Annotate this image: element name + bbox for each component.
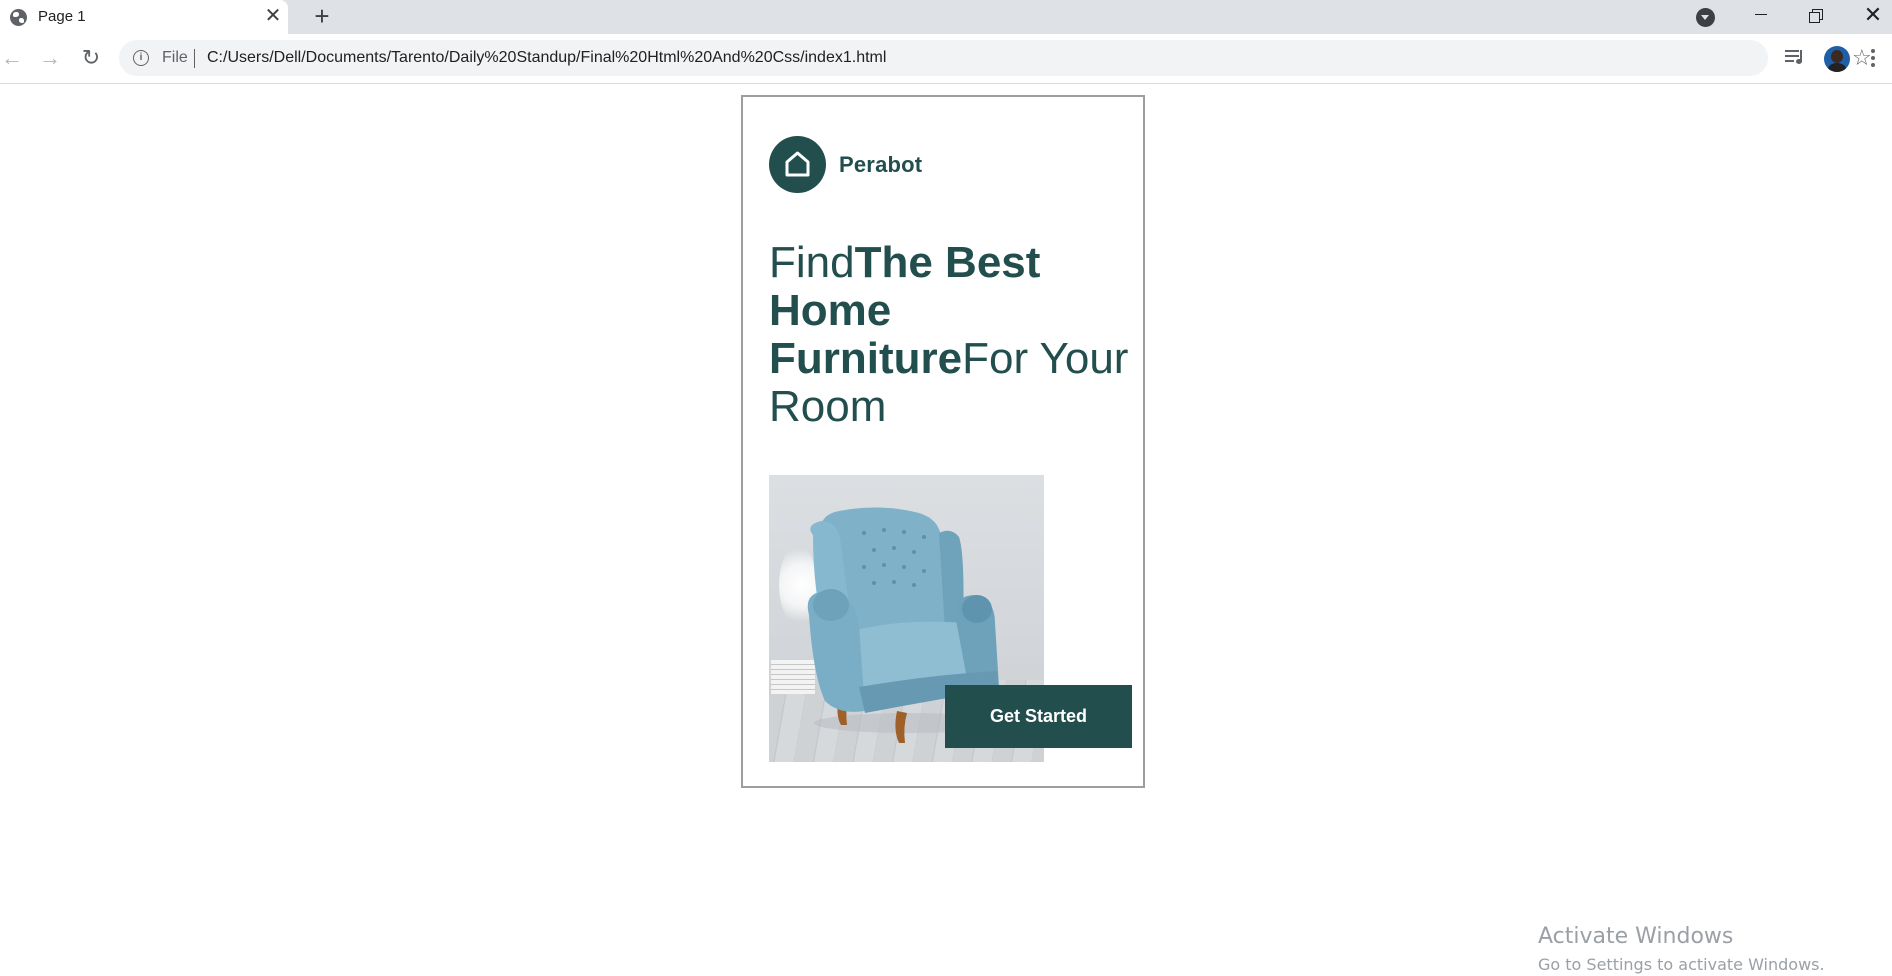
tab-title: Page 1 <box>38 8 86 25</box>
headline-lead: Find <box>769 238 855 287</box>
tab-close-icon[interactable]: ✕ <box>262 5 284 27</box>
watermark-subtitle: Go to Settings to activate Windows. <box>1538 955 1825 974</box>
omnibox-divider <box>194 49 195 68</box>
back-button[interactable]: ← <box>0 44 26 72</box>
forward-button[interactable]: → <box>36 44 64 72</box>
browser-toolbar: ← → ↻ i File C:/Users/Dell/Documents/Tar… <box>0 34 1892 84</box>
tab-strip: Page 1 ✕ + ✕ <box>0 0 1892 34</box>
profile-avatar[interactable] <box>1824 46 1850 72</box>
url-text[interactable]: C:/Users/Dell/Documents/Tarento/Daily%20… <box>207 49 886 67</box>
browser-menu-icon[interactable] <box>1871 49 1875 67</box>
tab-search-icon[interactable] <box>1696 8 1715 27</box>
home-logo-icon <box>769 136 826 193</box>
minimize-button[interactable] <box>1738 0 1784 30</box>
site-info-icon[interactable]: i <box>133 50 149 66</box>
watermark-title: Activate Windows <box>1538 924 1734 949</box>
new-tab-button[interactable]: + <box>309 3 335 29</box>
hero-headline: FindThe Best Home FurnitureFor Your Room <box>769 239 1139 431</box>
hero-card: Perabot FindThe Best Home FurnitureFor Y… <box>741 95 1145 788</box>
windows-activation-watermark: Activate Windows Go to Settings to activ… <box>1538 924 1825 976</box>
browser-tab[interactable]: Page 1 ✕ <box>0 0 288 34</box>
brand-name: Perabot <box>839 152 923 177</box>
get-started-button[interactable]: Get Started <box>945 685 1132 748</box>
media-control-icon[interactable] <box>1785 48 1807 66</box>
bookmark-star-icon[interactable]: ☆ <box>1852 45 1872 71</box>
window-close-button[interactable]: ✕ <box>1850 0 1892 30</box>
address-bar[interactable]: i File C:/Users/Dell/Documents/Tarento/D… <box>119 40 1872 76</box>
globe-icon <box>10 9 27 26</box>
reload-button[interactable]: ↻ <box>77 44 105 72</box>
restore-button[interactable] <box>1794 0 1840 30</box>
url-scheme-label: File <box>162 49 188 66</box>
